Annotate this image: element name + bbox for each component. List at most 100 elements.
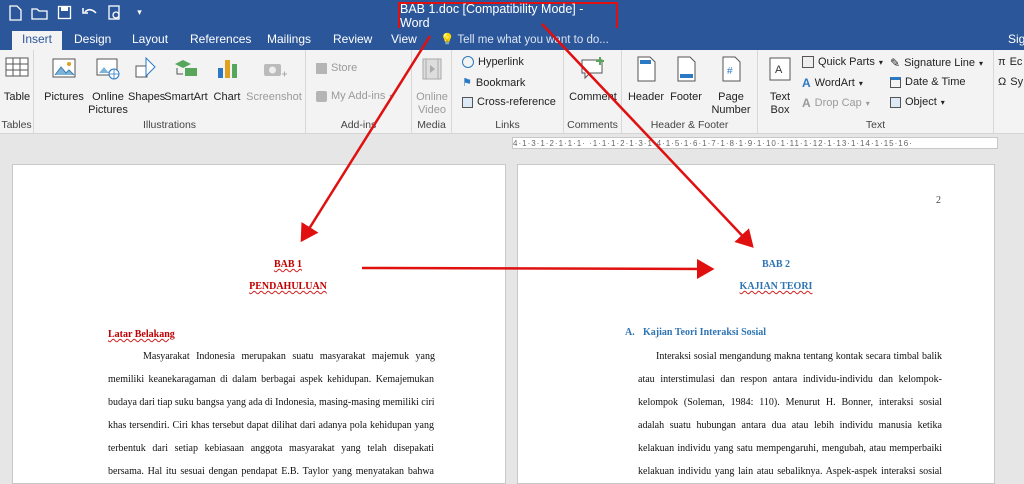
tab-layout[interactable]: Layout: [122, 31, 178, 50]
group-header-footer: Header Footer # Page Number Header & Foo…: [622, 50, 758, 134]
save-icon[interactable]: [56, 4, 73, 21]
drop-cap-icon: A: [802, 96, 811, 110]
new-document-icon[interactable]: [6, 4, 23, 21]
signature-pen-icon: ✎: [890, 56, 901, 70]
object-icon: [890, 96, 901, 108]
dropdown-arrow-icon: ▾: [979, 58, 984, 68]
quick-access-toolbar: ▾: [6, 4, 148, 21]
customize-qat-icon[interactable]: ▾: [131, 4, 148, 21]
tables-group-label: Tables: [1, 119, 32, 131]
links-group-label: Links: [495, 119, 520, 131]
page-number: 2: [936, 195, 941, 206]
svg-text:A: A: [775, 64, 783, 76]
page1-line: terbentuk dari setiap kebiasaan anggota …: [108, 443, 434, 454]
page-1: BAB 1 PENDAHULUAN Latar Belakang Masyara…: [12, 164, 506, 484]
ribbon-tabs: Insert Design Layout References Mailings…: [0, 28, 1024, 50]
tab-design[interactable]: Design: [64, 31, 121, 50]
online-pictures-button[interactable]: Online Pictures: [88, 54, 128, 117]
footer-icon: [677, 56, 696, 82]
smartart-button[interactable]: SmartArt: [164, 54, 208, 104]
dropdown-arrow-icon: ▾: [865, 98, 870, 108]
header-footer-group-label: Header & Footer: [650, 119, 729, 131]
tell-me-label: Tell me what you want to do...: [457, 34, 609, 46]
group-add-ins: Store My Add-ins ▾ Add-ins: [306, 50, 412, 134]
title-bar: ▾ BAB 1.doc [Compatibility Mode] - Word: [0, 0, 1024, 30]
globe-link-icon: [462, 56, 474, 68]
document-title: BAB 1.doc [Compatibility Mode] - Word: [398, 2, 618, 30]
add-ins-group-label: Add-ins: [340, 119, 377, 131]
cross-reference-button[interactable]: Cross-reference: [462, 96, 556, 108]
signature-line-button[interactable]: ✎ Signature Line ▾: [890, 56, 983, 70]
page1-heading-title: PENDAHULUAN: [249, 281, 327, 292]
tab-mailings[interactable]: Mailings: [257, 31, 321, 50]
dropdown-arrow-icon: ▾: [940, 97, 945, 107]
shapes-icon: [135, 56, 156, 78]
page2-line: Interaksi sosial mengandung makna tentan…: [656, 351, 942, 362]
header-icon: [637, 56, 656, 82]
sign-in-link[interactable]: Sig: [998, 31, 1024, 50]
online-picture-icon: [96, 58, 120, 80]
calendar-icon: [890, 76, 901, 88]
page2-line: kelompok (Soleman, 1984: 110). Menurut H…: [638, 397, 942, 408]
pictures-button[interactable]: Pictures: [42, 54, 86, 104]
header-button[interactable]: Header: [626, 54, 666, 104]
tab-view[interactable]: View: [381, 31, 427, 50]
drop-cap-button[interactable]: A Drop Cap ▾: [802, 96, 870, 110]
table-button[interactable]: Table: [2, 54, 32, 104]
comments-group-label: Comments: [567, 119, 618, 131]
page2-heading-title: KAJIAN TEORI: [739, 281, 813, 292]
chart-button[interactable]: Chart: [212, 54, 242, 104]
table-icon: [5, 57, 29, 77]
text-box-button[interactable]: A Text Box: [762, 54, 798, 117]
my-add-ins-button[interactable]: My Add-ins ▾: [316, 90, 393, 102]
group-links: Hyperlink ⚑ Bookmark Cross-reference Lin…: [452, 50, 564, 134]
camera-icon: [264, 64, 287, 77]
object-button[interactable]: Object ▾: [890, 96, 945, 108]
media-group-label: Media: [417, 119, 446, 131]
page-number-button[interactable]: # Page Number: [706, 54, 756, 117]
date-time-button[interactable]: Date & Time: [890, 76, 966, 88]
bookmark-flag-icon: ⚑: [462, 77, 472, 89]
page1-line: budaya dari tiap suku bangsa yang ada di…: [108, 397, 434, 408]
add-in-icon: [316, 90, 327, 102]
ruler-scale: 4·1·3·1·2·1·1·1· ·1·1·1·2·1·3·1·4·1·5·1·…: [512, 137, 998, 149]
page2-line: kelakuan individu yang satu mempengaruhi…: [638, 443, 942, 454]
group-comments: Comment Comments: [564, 50, 622, 134]
group-symbols: π Ec Ω Sy: [994, 50, 1024, 134]
quick-parts-icon: [802, 56, 814, 68]
bookmark-button[interactable]: ⚑ Bookmark: [462, 76, 525, 90]
dropdown-arrow-icon: ▾: [389, 91, 394, 101]
page1-line: Masyarakat Indonesia merupakan suatu mas…: [143, 351, 435, 362]
store-icon: [316, 62, 327, 74]
horizontal-ruler[interactable]: 4·1·3·1·2·1·1·1· ·1·1·1·2·1·3·1·4·1·5·1·…: [0, 134, 1024, 154]
tell-me-search[interactable]: 💡 Tell me what you want to do...: [440, 32, 609, 46]
cross-reference-icon: [462, 96, 473, 108]
lightbulb-icon: 💡: [440, 34, 455, 46]
group-media: Online Video Media: [412, 50, 452, 134]
chart-icon: [218, 60, 237, 78]
omega-icon: Ω: [998, 76, 1007, 88]
pi-icon: π: [998, 56, 1006, 68]
online-video-button[interactable]: Online Video: [414, 54, 450, 117]
footer-button[interactable]: Footer: [668, 54, 704, 104]
group-tables: Table Tables: [0, 50, 34, 134]
wordart-button[interactable]: A WordArt ▾: [802, 76, 863, 90]
comment-button[interactable]: Comment: [566, 54, 620, 104]
print-preview-icon[interactable]: [106, 4, 123, 21]
tab-references[interactable]: References: [180, 31, 261, 50]
open-folder-icon[interactable]: [31, 4, 48, 21]
symbol-button[interactable]: Ω Sy: [998, 76, 1023, 88]
store-button[interactable]: Store: [316, 62, 357, 74]
hyperlink-button[interactable]: Hyperlink: [462, 56, 524, 68]
page1-line: memiliki keanekaragaman di dalam berbaga…: [108, 374, 434, 385]
shapes-button[interactable]: Shapes: [128, 54, 165, 104]
text-box-icon: A: [769, 57, 791, 81]
tab-insert[interactable]: Insert: [12, 31, 63, 50]
undo-icon[interactable]: [81, 4, 98, 21]
tab-review[interactable]: Review: [323, 31, 382, 50]
equation-button[interactable]: π Ec: [998, 56, 1022, 68]
page-number-icon: #: [722, 56, 741, 82]
quick-parts-button[interactable]: Quick Parts ▾: [802, 56, 883, 68]
illustrations-group-label: Illustrations: [142, 119, 197, 131]
screenshot-button[interactable]: Screenshot: [246, 54, 302, 104]
